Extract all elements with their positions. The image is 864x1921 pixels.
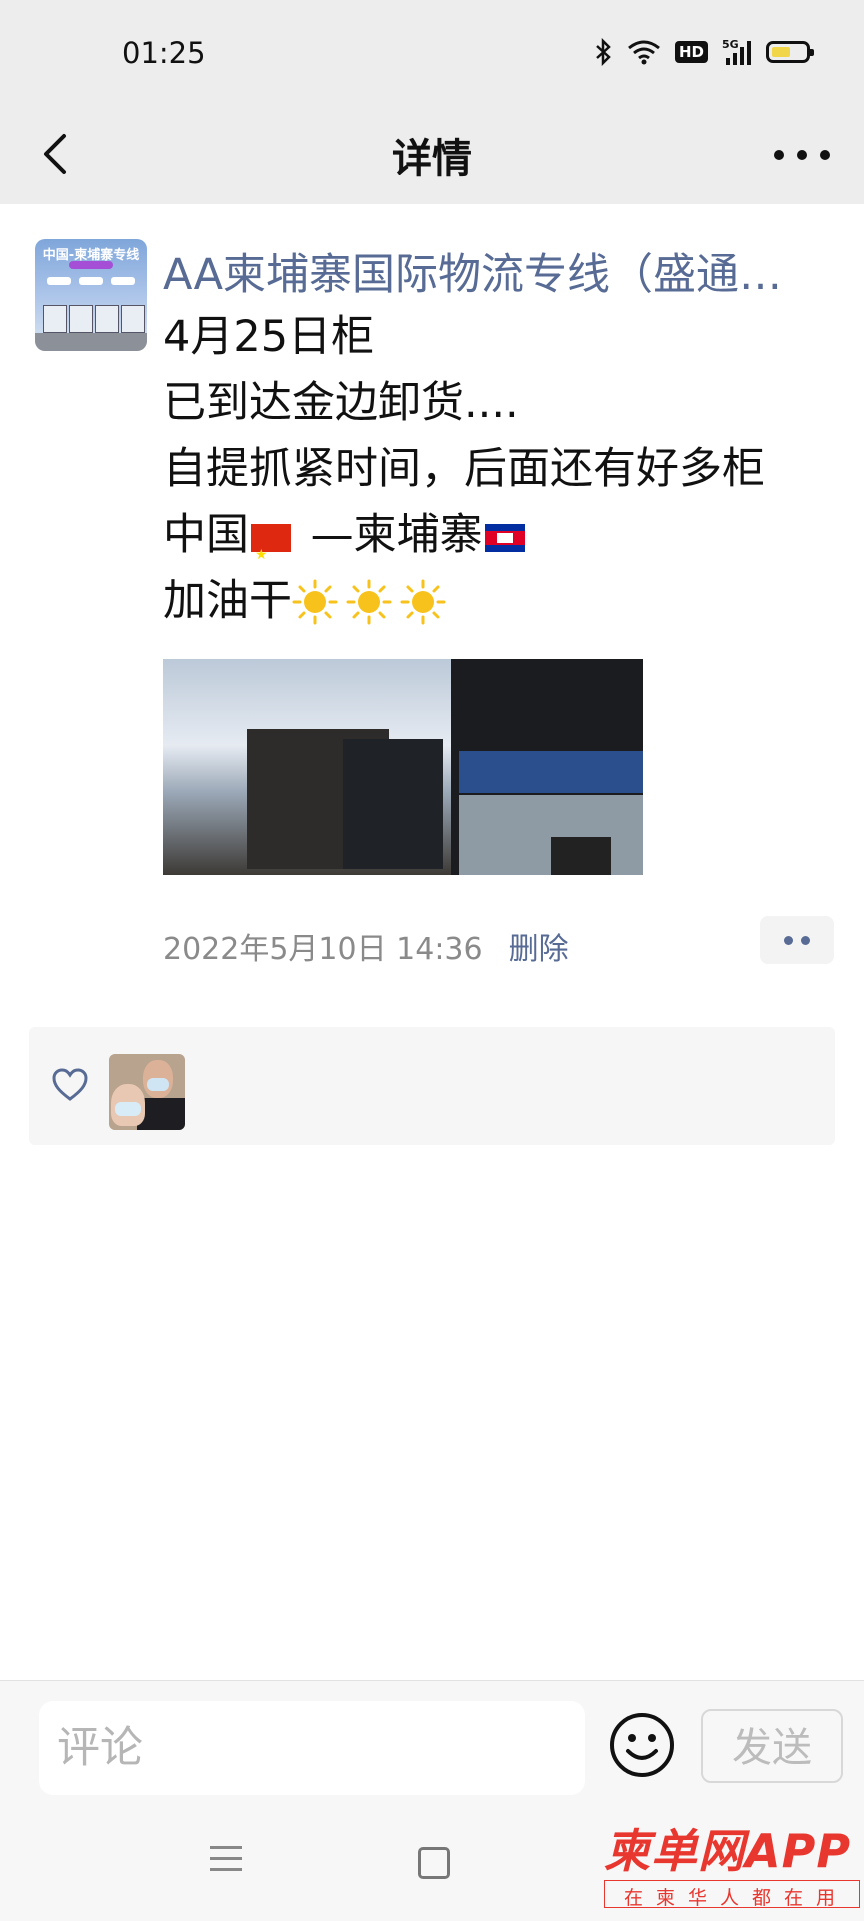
home-icon[interactable]: [418, 1847, 450, 1879]
sun-icon: [292, 579, 338, 625]
china-flag-icon: [251, 522, 291, 588]
post-text: 4月25日柜 已到达金边卸货.... 自提抓紧时间，后面还有好多柜 中国 —柬埔…: [163, 304, 843, 634]
watermark-slogan: 在柬华人都在用: [604, 1880, 860, 1909]
post-meta: 2022年5月10日 14:36 删除: [163, 924, 569, 968]
watermark-title: 柬单网APP: [604, 1824, 852, 1878]
page-title: 详情: [392, 136, 472, 182]
post-text-cheer: 加油干: [163, 576, 292, 626]
author-avatar[interactable]: 中国-柬埔寨专线: [35, 239, 147, 351]
emoji-face-icon[interactable]: [608, 1711, 676, 1779]
5g-signal-icon: 5G: [722, 38, 751, 65]
sun-icon: [400, 579, 446, 625]
post-line: 中国 —柬埔寨: [163, 502, 843, 588]
likes-panel: [29, 1027, 835, 1145]
status-icons: HD 5G: [593, 38, 814, 66]
bluetooth-icon: [596, 38, 611, 66]
battery-icon: [766, 41, 814, 63]
post-line: 已到达金边卸货....: [163, 378, 519, 428]
status-time: 01:25: [122, 36, 206, 70]
send-button[interactable]: 发送: [701, 1709, 843, 1783]
menu-icon[interactable]: [210, 1846, 242, 1876]
heart-icon: [52, 1068, 88, 1101]
post-photo[interactable]: [163, 659, 643, 875]
hd-icon: HD: [674, 41, 708, 63]
status-bar: 01:25 HD 5G: [0, 0, 864, 110]
post-text-china: 中国: [163, 510, 249, 560]
delete-link[interactable]: 删除: [509, 932, 569, 967]
top-navigation-bar: 详情: [0, 110, 864, 204]
wifi-icon: [628, 40, 660, 65]
post-line: 4月25日柜: [163, 312, 375, 362]
liker-avatar[interactable]: [109, 1054, 185, 1130]
post-text-cambodia: —柬埔寨: [297, 510, 483, 560]
author-name[interactable]: AA柬埔寨国际物流专线（盛通…: [163, 240, 813, 302]
post-timestamp: 2022年5月10日 14:36: [163, 932, 483, 967]
more-dots-icon[interactable]: [774, 140, 830, 170]
like-comment-menu-button[interactable]: [760, 916, 834, 964]
post-line: 自提抓紧时间，后面还有好多柜: [163, 444, 765, 494]
comment-input[interactable]: [39, 1701, 585, 1795]
cambodia-flag-icon: [484, 524, 525, 552]
svg-text:5G: 5G: [722, 38, 739, 51]
sun-icon: [346, 579, 392, 625]
watermark-logo: 柬单网APP 在柬华人都在用: [604, 1826, 860, 1916]
